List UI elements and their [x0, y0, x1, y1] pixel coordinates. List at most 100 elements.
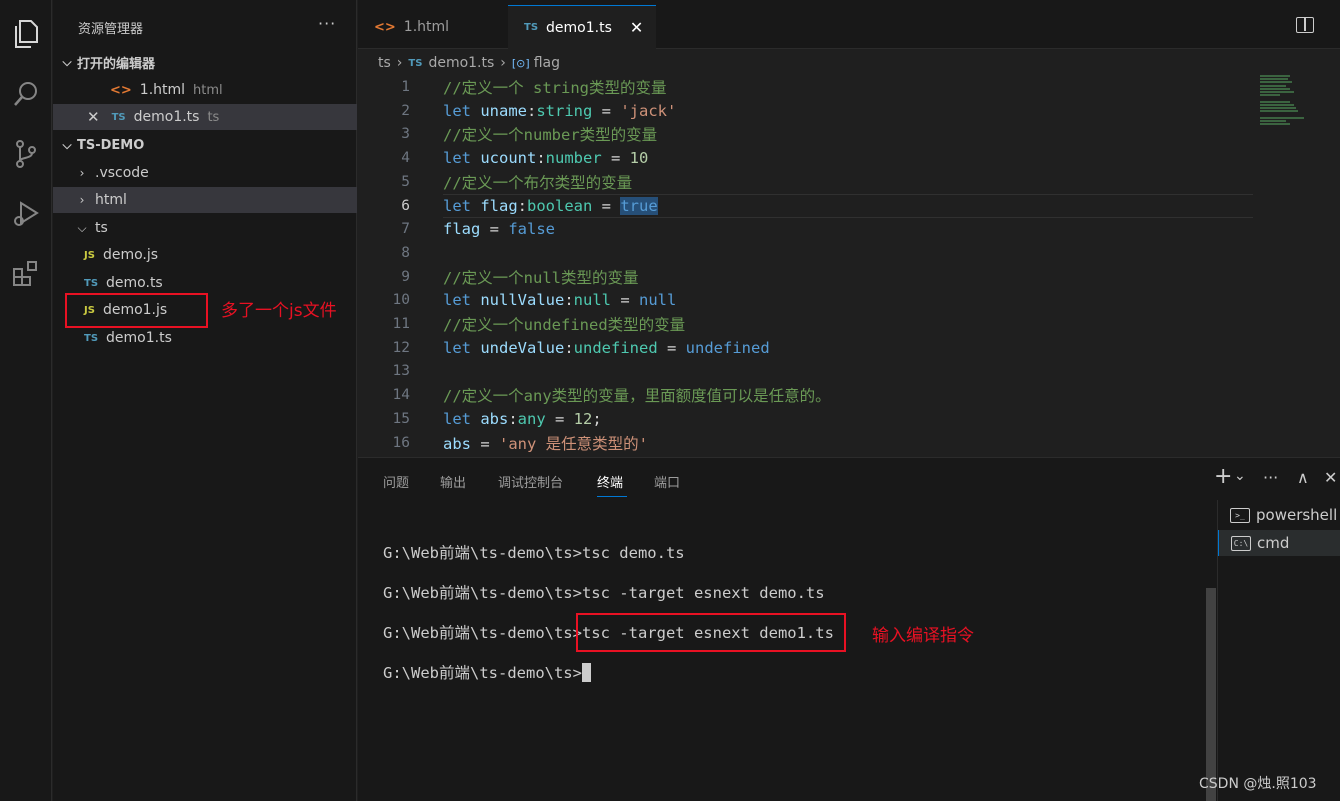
tree-item-demojs[interactable]: JS demo.js — [53, 242, 357, 268]
code-token: let — [443, 101, 481, 120]
code-line[interactable]: 1 //定义一个 string类型的变量 — [358, 75, 1258, 99]
project-header[interactable]: ⌵ TS-DEMO — [53, 132, 357, 158]
more-actions-icon[interactable]: ··· — [1263, 468, 1278, 487]
minimap[interactable] — [1260, 75, 1320, 135]
variable-symbol-icon: [⊙] — [511, 56, 530, 70]
breadcrumb-symbol[interactable]: flag — [534, 55, 560, 71]
more-actions-icon[interactable]: ··· — [318, 14, 336, 33]
code-line[interactable]: 9 //定义一个null类型的变量 — [358, 265, 1258, 289]
code-line[interactable]: 11 //定义一个undefined类型的变量 — [358, 312, 1258, 336]
ts-file-icon: TS — [524, 22, 539, 33]
source-control-icon[interactable] — [6, 134, 46, 174]
html-file-icon: <> — [374, 19, 396, 35]
close-icon[interactable]: ✕ — [87, 108, 100, 126]
code-line[interactable]: 5 //定义一个布尔类型的变量 — [358, 170, 1258, 194]
line-number: 1 — [401, 79, 410, 95]
tree-item-ts[interactable]: ⌵ ts — [53, 215, 357, 241]
code-token: 10 — [629, 149, 649, 168]
terminal-scrollbar[interactable] — [1206, 588, 1216, 801]
terminal-list: >_ powershell C:\ cmd — [1217, 500, 1340, 801]
annotation-box — [576, 613, 846, 652]
code-text: //定义一个number类型的变量 — [443, 123, 657, 145]
code-line[interactable]: 7 flag = false — [358, 217, 1258, 241]
editor-tab-bar: <> 1.html TS demo1.ts ✕ — [358, 0, 1340, 49]
split-editor-icon[interactable] — [1296, 17, 1314, 33]
terminal-item-cmd[interactable]: C:\ cmd — [1218, 530, 1340, 556]
tab-ports[interactable]: 端口 — [654, 472, 680, 491]
tab-demo1ts[interactable]: TS demo1.ts ✕ — [508, 5, 656, 49]
code-text: abs = 'any 是任意类型的' — [443, 432, 648, 454]
open-editor-name: demo1.ts — [133, 109, 200, 125]
line-number: 6 — [401, 197, 410, 214]
open-editors-header[interactable]: ⌵ 打开的编辑器 — [53, 49, 357, 75]
breadcrumb: ts › TS demo1.ts › [⊙] flag — [378, 53, 560, 73]
explorer-icon[interactable] — [6, 14, 46, 54]
open-editor-1html[interactable]: <> 1.html html — [53, 77, 357, 103]
open-editor-hint: html — [193, 82, 223, 98]
code-line[interactable]: 13 — [358, 359, 1258, 383]
maximize-panel-icon[interactable]: ∧ — [1297, 468, 1309, 487]
line-number: 8 — [401, 244, 410, 261]
code-line[interactable]: 12 let undeValue:undefined = undefined — [358, 336, 1258, 360]
tree-item-vscode[interactable]: › .vscode — [53, 160, 357, 186]
code-line[interactable]: 8 — [358, 241, 1258, 265]
code-text: let abs:any = 12; — [443, 410, 602, 428]
chevron-down-icon: ⌵ — [77, 220, 87, 235]
active-tab-indicator — [597, 496, 627, 497]
extensions-icon[interactable] — [6, 254, 46, 294]
minimap-line — [1260, 110, 1298, 113]
code-line[interactable]: 16 abs = 'any 是任意类型的' — [358, 431, 1258, 455]
code-token: 12 — [573, 409, 593, 428]
minimap-line — [1260, 123, 1290, 125]
activity-bar — [0, 0, 52, 801]
code-line[interactable]: 6 let flag:boolean = true — [358, 193, 1258, 218]
code-token: = — [592, 101, 621, 120]
new-terminal-icon[interactable]: + — [1214, 464, 1232, 489]
code-token: //定义一个 string类型的变量 — [443, 79, 667, 97]
chevron-right-icon: › — [500, 55, 506, 71]
terminal-item-label: powershell — [1256, 506, 1338, 524]
breadcrumb-folder[interactable]: ts — [378, 55, 391, 71]
terminal-prompt[interactable]: G:\Web前端\ts-demo\ts> — [383, 661, 591, 683]
code-token: nullValue — [480, 291, 565, 310]
code-token: : — [564, 291, 574, 310]
close-panel-icon[interactable]: ✕ — [1324, 468, 1337, 487]
code-token: //定义一个any类型的变量，里面额度值可以是任意的。 — [443, 387, 831, 406]
code-token: let — [443, 149, 481, 168]
code-line[interactable]: 2 let uname:string = 'jack' — [358, 99, 1258, 123]
run-debug-icon[interactable] — [6, 194, 46, 234]
tab-problems[interactable]: 问题 — [383, 472, 409, 491]
chevron-down-icon[interactable]: ⌄ — [1234, 468, 1246, 484]
line-number: 7 — [401, 221, 410, 238]
html-file-icon: <> — [110, 82, 132, 98]
code-token: abs — [443, 434, 471, 453]
tab-1html[interactable]: <> 1.html — [358, 5, 508, 49]
code-line[interactable]: 10 let nullValue:null = null — [358, 288, 1258, 312]
tab-debug-console[interactable]: 调试控制台 — [498, 472, 563, 491]
code-editor[interactable]: 1 //定义一个 string类型的变量 2 let uname:string = '… — [358, 75, 1258, 457]
code-line[interactable]: 14 //定义一个any类型的变量，里面额度值可以是任意的。 — [358, 383, 1258, 407]
close-icon[interactable]: ✕ — [630, 18, 643, 37]
tab-terminal[interactable]: 终端 — [597, 472, 623, 491]
search-icon[interactable] — [6, 74, 46, 114]
terminal-line: G:\Web前端\ts-demo\ts>tsc -target esnext d… — [383, 584, 825, 602]
tree-item-demo1ts[interactable]: TS demo1.ts — [53, 325, 357, 351]
minimap-line — [1260, 94, 1280, 97]
open-editor-name: 1.html — [139, 82, 186, 98]
terminal-cursor — [581, 663, 591, 682]
chevron-right-icon: › — [79, 193, 85, 207]
tab-output[interactable]: 输出 — [440, 472, 466, 491]
chevron-right-icon: › — [396, 55, 403, 71]
terminal-icon: >_ — [1230, 507, 1250, 523]
code-line[interactable]: 3 //定义一个number类型的变量 — [358, 122, 1258, 146]
code-token: uname — [480, 101, 527, 120]
tree-item-html[interactable]: › html — [53, 187, 357, 213]
line-number: 12 — [392, 339, 410, 356]
code-line[interactable]: 4 let ucount:number = 10 — [358, 146, 1258, 170]
breadcrumb-file[interactable]: demo1.ts — [428, 55, 494, 71]
code-line[interactable]: 15 let abs:any = 12; — [358, 407, 1258, 431]
code-token: //定义一个undefined类型的变量 — [443, 316, 686, 334]
line-number: 15 — [392, 410, 410, 427]
terminal-item-powershell[interactable]: >_ powershell — [1218, 502, 1340, 528]
open-editor-demo1ts[interactable]: ✕ TS demo1.ts ts — [53, 104, 357, 130]
